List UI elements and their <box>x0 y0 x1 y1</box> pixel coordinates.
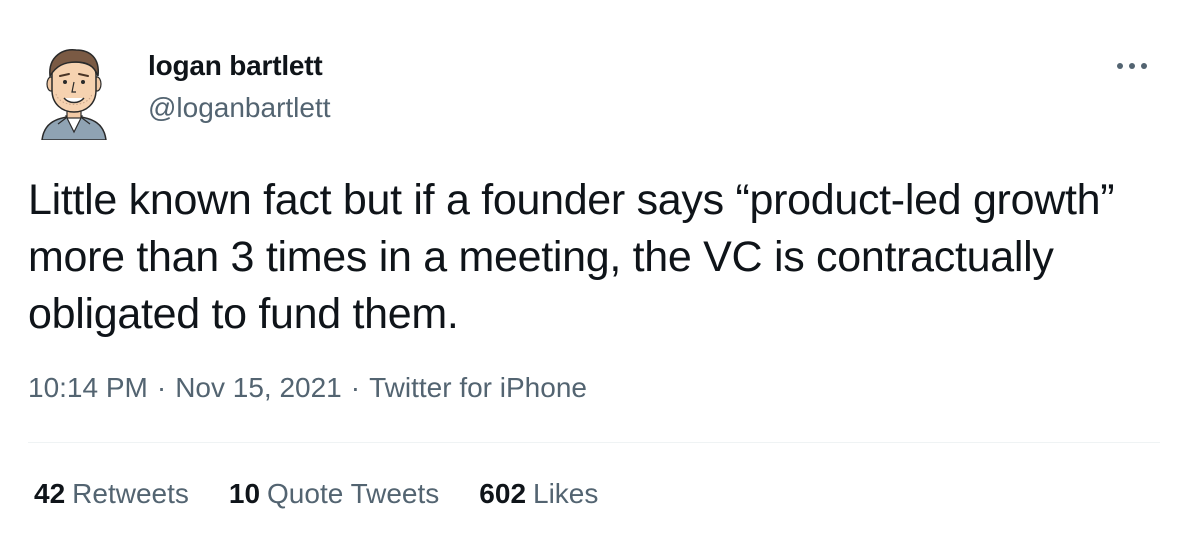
divider <box>28 442 1160 443</box>
tweet-text: Little known fact but if a founder says … <box>28 176 1115 338</box>
quote-tweets-stat[interactable]: 10 Quote Tweets <box>229 478 439 510</box>
likes-label: Likes <box>533 478 599 509</box>
retweets-label: Retweets <box>72 478 189 509</box>
tweet-stats: 42 Retweets 10 Quote Tweets 602 Likes <box>34 478 638 510</box>
avatar[interactable] <box>36 44 112 141</box>
cartoon-avatar-icon <box>41 48 107 141</box>
tweet-time[interactable]: 10:14 PM <box>28 372 148 403</box>
author-handle[interactable]: @loganbartlett <box>148 92 331 124</box>
meta-separator: · <box>156 372 167 403</box>
retweets-count: 42 <box>34 478 66 509</box>
likes-count: 602 <box>479 478 527 509</box>
tweet-card: logan bartlett @loganbartlett Little kno… <box>0 0 1192 548</box>
retweets-stat[interactable]: 42 Retweets <box>34 478 189 510</box>
tweet-date[interactable]: Nov 15, 2021 <box>175 372 342 403</box>
tweet-source-link[interactable]: Twitter for iPhone <box>369 372 587 403</box>
quote-tweets-count: 10 <box>228 478 261 509</box>
tweet-meta: 10:14 PM · Nov 15, 2021 · Twitter for iPhone <box>28 372 587 404</box>
author-display-name[interactable]: logan bartlett <box>148 50 323 82</box>
more-dots-icon <box>1117 63 1147 69</box>
meta-separator: · <box>350 372 361 403</box>
more-options-button[interactable] <box>1112 52 1152 80</box>
likes-stat[interactable]: 602 Likes <box>479 478 598 510</box>
quote-tweets-label: Quote Tweets <box>267 478 440 509</box>
